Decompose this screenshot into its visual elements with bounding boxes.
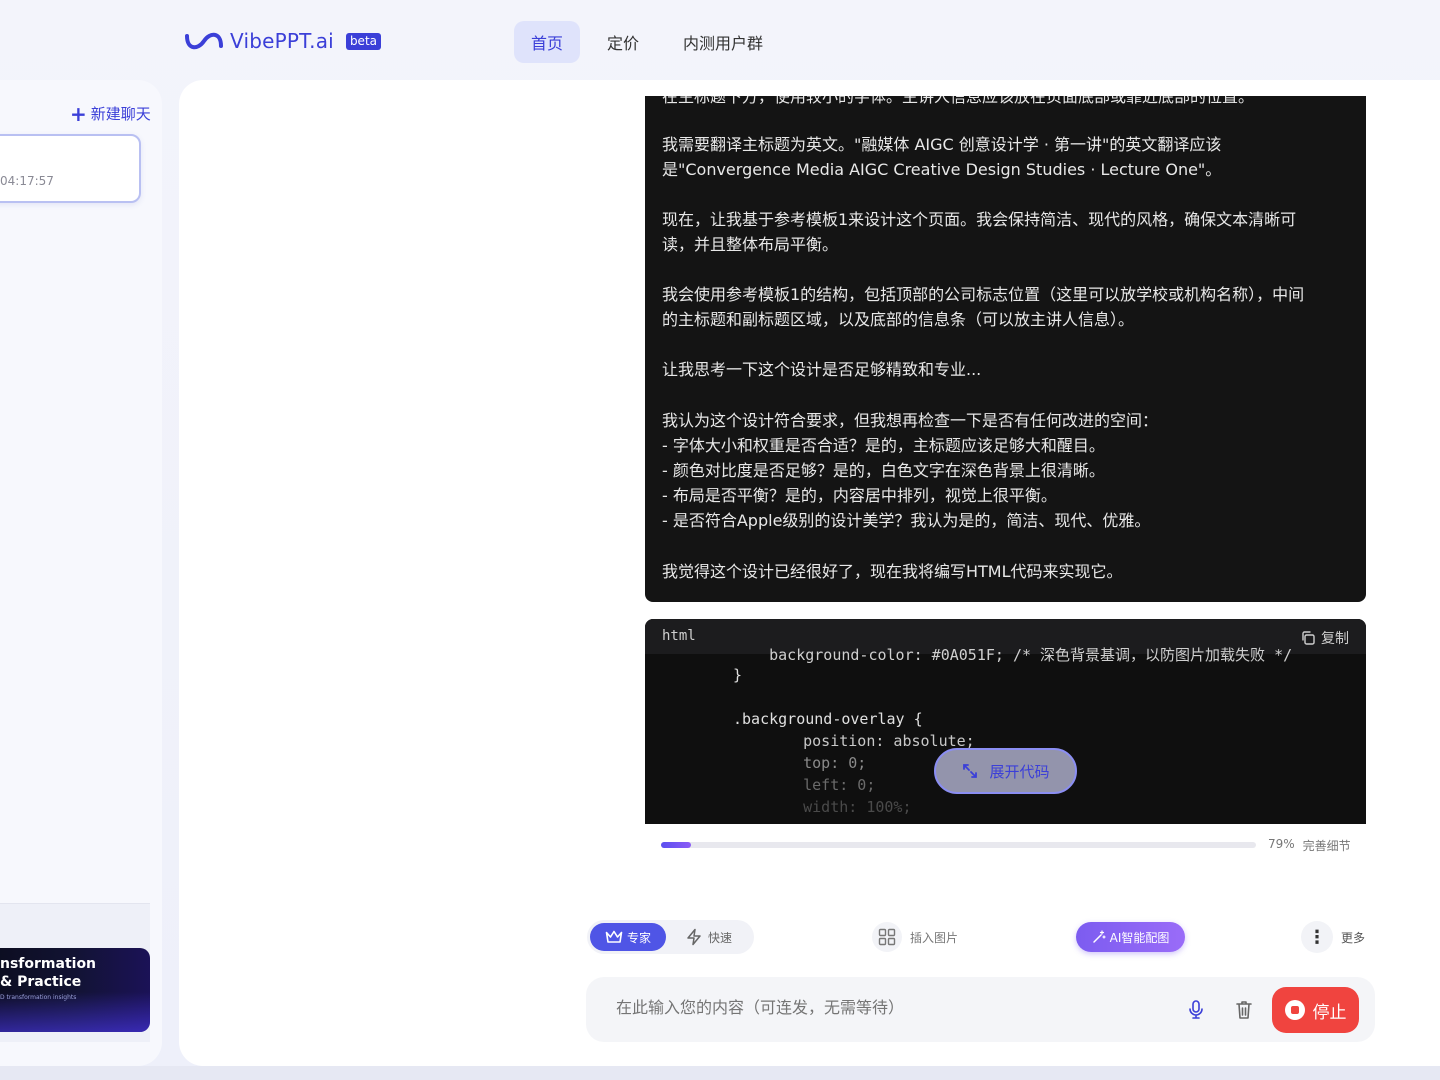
nav-home[interactable]: 首页: [514, 21, 581, 63]
expert-mode-button[interactable]: 专家: [590, 923, 666, 951]
grid-icon: [872, 922, 902, 952]
nav-pricing[interactable]: 定价: [590, 21, 656, 63]
fast-label: 快速: [708, 930, 733, 945]
progress-percent: 79%: [1268, 837, 1295, 851]
top-bar: VibePPT.ai beta 首页 定价 内测用户群: [0, 0, 1440, 80]
thinking-line: - 字体大小和权重是否合适？是的，主标题应该足够大和醒目。: [662, 436, 1105, 455]
expand-icon: [963, 764, 978, 778]
progress-bar: [661, 842, 1256, 848]
progress-stage: 完善细节: [1302, 839, 1351, 853]
chat-history-item[interactable]: 04:17:57: [0, 134, 141, 203]
logo-text: VibePPT.ai: [230, 29, 334, 53]
lightning-icon: [687, 928, 701, 946]
stop-button[interactable]: 停止: [1272, 987, 1359, 1033]
thinking-line: - 布局是否平衡？是的，内容居中排列，视觉上很平衡。: [662, 486, 1057, 505]
copy-label: 复制: [1321, 631, 1349, 647]
thinking-line: 现在，让我基于参考模板1来设计这个页面。我会保持简洁、现代的风格，确保文本清晰可: [662, 210, 1297, 229]
thumbnail-title-line1: nsformation: [0, 956, 97, 972]
fast-mode-button[interactable]: 快速: [685, 923, 732, 951]
code-line: }: [733, 666, 743, 684]
insert-image-label: 插入图片: [910, 930, 959, 945]
thinking-line: 我需要翻译主标题为英文。"融媒体 AIGC 创意设计学 · 第一讲"的英文翻译应…: [662, 135, 1222, 154]
copy-icon: [1302, 631, 1315, 645]
crown-icon: [605, 930, 623, 943]
ai-image-label: AI智能配图: [1109, 930, 1170, 945]
thinking-line: - 是否符合Apple级别的设计美学？我认为是的，简洁、现代、优雅。: [662, 511, 1151, 530]
magic-wand-icon: [1092, 930, 1106, 943]
expand-code-button[interactable]: 展开代码: [934, 748, 1077, 794]
message-input[interactable]: [616, 998, 1176, 1017]
more-button[interactable]: ⋮ 更多: [1301, 921, 1365, 953]
stop-label: 停止: [1312, 1002, 1347, 1023]
more-label: 更多: [1341, 930, 1366, 945]
microphone-icon[interactable]: [1186, 999, 1206, 1025]
plus-icon: +: [70, 101, 87, 126]
progress-status: 79% 完善细节: [1268, 837, 1351, 854]
mode-toggle: 专家 快速: [587, 920, 754, 954]
thumbnail-subtitle: D transformation insights: [0, 994, 77, 1001]
wave-logo-icon: [185, 32, 223, 50]
new-chat-label: 新建聊天: [90, 105, 151, 123]
insert-image-button[interactable]: 插入图片: [872, 922, 958, 952]
copy-button[interactable]: 复制: [1300, 628, 1349, 648]
thinking-line: 让我思考一下这个设计是否足够精致和专业...: [662, 360, 982, 379]
thinking-line: 读，并且整体布局平衡。: [662, 235, 839, 254]
expert-label: 专家: [626, 930, 651, 945]
stop-icon: [1284, 1000, 1305, 1020]
thumbnail-title-line2: & Practice: [0, 974, 82, 990]
code-line: background-color: #0A051F; /* 深色背景基调，以防图…: [733, 646, 1293, 664]
trash-icon[interactable]: [1234, 999, 1254, 1025]
code-line: top: 0;: [767, 754, 867, 772]
nav-beta-group[interactable]: 内测用户群: [666, 21, 780, 63]
code-language: html: [662, 628, 696, 644]
new-chat-button[interactable]: + 新建聊天: [70, 103, 151, 124]
thinking-line: 是"Convergence Media AIGC Creative Design…: [662, 160, 1222, 179]
chat-time: 04:17:57: [0, 174, 54, 188]
thinking-line: - 颜色对比度是否足够？是的，白色文字在深色背景上很清晰。: [662, 461, 1105, 480]
thinking-line: 在主标题下方，使用较小的字体。主讲人信息应该放在页面底部或靠近底部的位置。: [662, 96, 1255, 106]
composer: 停止: [586, 977, 1375, 1042]
more-vertical-icon: ⋮: [1301, 921, 1333, 953]
beta-badge: beta: [345, 32, 381, 50]
progress-fill: [661, 842, 691, 848]
thinking-line: 我认为这个设计符合要求，但我想再检查一下是否有任何改进的空间：: [662, 411, 1159, 430]
main-nav: 首页 定价 内测用户群: [514, 21, 790, 63]
logo[interactable]: VibePPT.ai beta: [184, 28, 381, 54]
thinking-line: 我觉得这个设计已经很好了，现在我将编写HTML代码来实现它。: [662, 562, 1123, 581]
slide-thumbnail[interactable]: nsformation & Practice D transformation …: [0, 948, 150, 1032]
ai-image-button[interactable]: AI智能配图: [1076, 922, 1185, 952]
code-line: width: 100%;: [767, 798, 912, 816]
bottom-edge: [0, 1066, 1440, 1080]
code-line: .background-overlay {: [733, 710, 923, 728]
thinking-line: 的主标题和副标题区域，以及底部的信息条（可以放主讲人信息）。: [662, 310, 1135, 329]
code-line: position: absolute;: [767, 732, 975, 750]
thinking-line: 我会使用参考模板1的结构，包括顶部的公司标志位置（这里可以放学校或机构名称），中…: [662, 285, 1305, 304]
thinking-output: 在主标题下方，使用较小的字体。主讲人信息应该放在页面底部或靠近底部的位置。 我需…: [645, 96, 1366, 602]
expand-code-label: 展开代码: [989, 762, 1050, 781]
code-line: left: 0;: [767, 776, 876, 794]
